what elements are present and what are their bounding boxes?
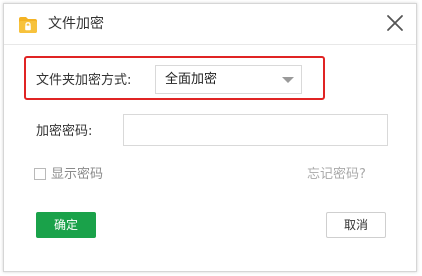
forgot-password-link[interactable]: 忘记密码? [307,167,366,183]
chevron-down-icon [282,77,294,83]
password-input[interactable] [123,114,388,146]
file-encryption-dialog: 文件加密 文件夹加密方式: 全面加密 加密密码: 显示密码 忘记密码? 确定 取… [3,3,417,272]
encryption-method-label: 文件夹加密方式: [36,73,132,88]
close-button[interactable] [385,13,405,33]
dialog-title: 文件加密 [48,16,104,32]
encryption-method-value: 全面加密 [165,72,218,87]
encryption-method-select[interactable]: 全面加密 [155,65,302,94]
ok-button[interactable]: 确定 [36,212,96,238]
show-password-label[interactable]: 显示密码 [51,167,103,183]
close-icon[interactable] [385,13,405,33]
show-password-checkbox[interactable] [34,168,46,180]
cancel-button[interactable]: 取消 [326,212,386,238]
dialog-titlebar: 文件加密 [4,4,416,45]
password-label: 加密密码: [36,124,93,139]
folder-lock-icon [18,16,38,34]
